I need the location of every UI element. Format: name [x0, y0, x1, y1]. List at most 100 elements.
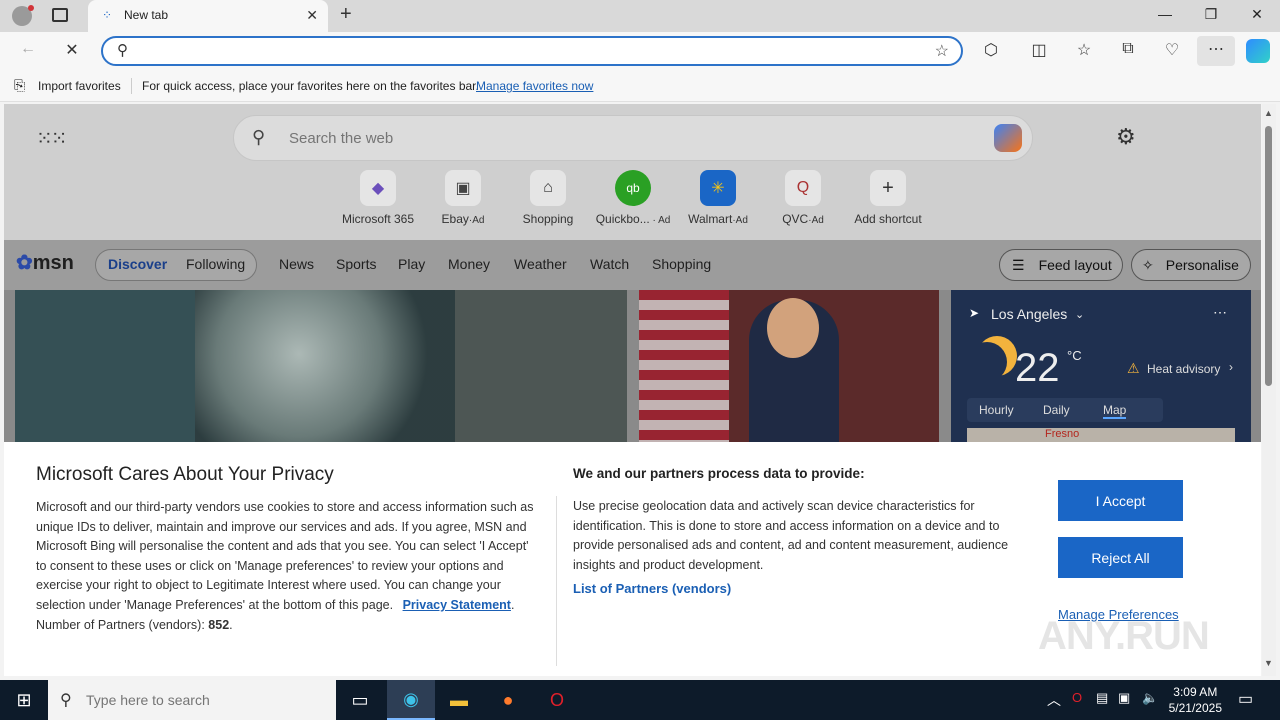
- privacy-statement-link[interactable]: Privacy Statement: [403, 598, 511, 612]
- ad-label: Ad: [472, 215, 485, 226]
- apps-launcher-icon[interactable]: ⁙⁙: [36, 126, 67, 151]
- browser-essentials-icon[interactable]: ♡: [1160, 40, 1184, 62]
- page-scrollbar[interactable]: ▲ ▼: [1262, 104, 1276, 676]
- tab-discover[interactable]: Discover: [108, 256, 167, 272]
- process-body: Use precise geolocation data and activel…: [573, 499, 1009, 597]
- tab-actions-icon[interactable]: [52, 8, 68, 22]
- warning-icon: ⚠: [1127, 360, 1140, 376]
- minimize-button[interactable]: —: [1150, 6, 1180, 22]
- task-view-icon[interactable]: ▭: [336, 680, 384, 720]
- search-icon: ⚲: [117, 42, 128, 59]
- ebay-icon: ▣: [445, 170, 481, 206]
- ad-label: Ad: [658, 215, 671, 226]
- shortcut-shopping[interactable]: ⌂ Shopping: [510, 170, 586, 226]
- volume-icon[interactable]: 🔈: [1142, 690, 1158, 706]
- reject-all-button[interactable]: Reject All: [1058, 537, 1183, 578]
- privacy-body: Microsoft and our third-party vendors us…: [36, 500, 534, 632]
- shopping-tag-icon: ⌂: [530, 170, 566, 206]
- favorites-bar-divider: [131, 78, 132, 94]
- nav-watch[interactable]: Watch: [590, 256, 629, 272]
- tab-daily[interactable]: Daily: [1043, 403, 1070, 417]
- heat-advisory[interactable]: Heat advisory: [1147, 362, 1220, 376]
- nav-news[interactable]: News: [279, 256, 314, 272]
- notifications-icon[interactable]: ▭: [1238, 689, 1253, 709]
- web-search-input[interactable]: [289, 128, 969, 148]
- copilot-icon[interactable]: [1246, 39, 1270, 63]
- tab-hourly[interactable]: Hourly: [979, 403, 1014, 417]
- network-icon[interactable]: ▣: [1118, 690, 1130, 706]
- weather-widget[interactable]: ➤ Los Angeles ⌄ ⋯ 22 °C ⚠ Heat advisory …: [951, 290, 1251, 450]
- restore-button[interactable]: ❐: [1196, 6, 1226, 23]
- scroll-up-arrow-icon[interactable]: ▲: [1264, 108, 1273, 118]
- nav-play[interactable]: Play: [398, 256, 425, 272]
- scrollbar-thumb[interactable]: [1265, 126, 1272, 386]
- opera-tray-icon[interactable]: O: [1072, 690, 1082, 705]
- opera-icon[interactable]: O: [533, 680, 581, 720]
- shortcut-microsoft-365[interactable]: ◆ Microsoft 365: [340, 170, 416, 226]
- nav-shopping[interactable]: Shopping: [652, 256, 711, 272]
- msn-logo[interactable]: ✿msn: [16, 250, 74, 275]
- close-tab-icon[interactable]: ✕: [306, 7, 318, 24]
- extensions-icon[interactable]: ⬡: [979, 40, 1003, 62]
- shortcut-label: Quickbo...: [595, 212, 650, 226]
- browser-toolbar: ← ✕ ⚲ ☆ ⬡ ◫ ☆ ⧉ ♡ ⋯: [0, 32, 1280, 70]
- partners-count-label: Number of Partners (vendors):: [36, 617, 205, 632]
- sparkle-icon: ✧: [1142, 256, 1154, 273]
- close-window-button[interactable]: ✕: [1242, 6, 1272, 23]
- address-bar[interactable]: ⚲ ☆: [101, 36, 963, 66]
- tab-new-tab[interactable]: ⁘ New tab ✕: [88, 0, 328, 32]
- shortcut-qvc[interactable]: Q QVC·Ad: [765, 170, 841, 226]
- favorites-icon[interactable]: ☆: [1072, 40, 1096, 62]
- stop-loading-icon[interactable]: ✕: [60, 40, 84, 62]
- weather-view-tabs: Hourly Daily Map: [967, 398, 1163, 422]
- nav-sports[interactable]: Sports: [336, 256, 376, 272]
- scroll-down-arrow-icon[interactable]: ▼: [1264, 658, 1273, 668]
- shortcut-walmart[interactable]: ✳ Walmart·Ad: [680, 170, 756, 226]
- favorite-star-icon[interactable]: ☆: [935, 41, 949, 61]
- chevron-down-icon[interactable]: ⌄: [1075, 308, 1084, 321]
- edge-taskbar-icon[interactable]: ◉: [387, 680, 435, 720]
- accept-button[interactable]: I Accept: [1058, 480, 1183, 521]
- weather-location[interactable]: Los Angeles: [991, 306, 1067, 322]
- nav-weather[interactable]: Weather: [514, 256, 567, 272]
- shortcut-quickbooks[interactable]: qb Quickbo... · Ad: [595, 170, 671, 226]
- manage-favorites-link[interactable]: Manage favorites now: [476, 79, 593, 93]
- nav-money[interactable]: Money: [448, 256, 490, 272]
- tab-following[interactable]: Following: [186, 256, 245, 272]
- add-shortcut-button[interactable]: + Add shortcut: [850, 170, 926, 226]
- weather-unit[interactable]: °C: [1067, 348, 1082, 363]
- split-screen-icon[interactable]: ◫: [1027, 40, 1051, 62]
- import-favorites-icon[interactable]: ⎘: [14, 77, 25, 94]
- news-card-surgery[interactable]: [15, 290, 627, 450]
- ad-label: Ad: [735, 215, 748, 226]
- settings-more-icon[interactable]: ⋯: [1197, 36, 1235, 66]
- shortcut-ebay[interactable]: ▣ Ebay·Ad: [425, 170, 501, 226]
- system-clock[interactable]: 3:09 AM 5/21/2025: [1169, 684, 1222, 716]
- start-button[interactable]: ⊞: [0, 680, 48, 720]
- tab-map[interactable]: Map: [1103, 403, 1127, 419]
- more-options-icon[interactable]: ⋯: [1213, 304, 1227, 321]
- file-explorer-icon[interactable]: ▬: [435, 680, 483, 720]
- collections-icon[interactable]: ⧉: [1116, 40, 1140, 62]
- news-card-oval-office[interactable]: [639, 290, 939, 450]
- import-favorites-button[interactable]: Import favorites: [38, 79, 121, 93]
- card-edge-band: [455, 290, 627, 450]
- new-tab-button[interactable]: +: [340, 3, 352, 26]
- device-tray-icon[interactable]: ▤: [1096, 690, 1108, 706]
- address-input[interactable]: [139, 41, 919, 61]
- firefox-icon[interactable]: ●: [484, 680, 532, 720]
- loading-icon: ⁘: [102, 8, 113, 22]
- tab-title: New tab: [124, 8, 169, 22]
- feed-layout-button[interactable]: ☰ Feed layout: [999, 249, 1123, 281]
- privacy-divider: [556, 496, 557, 666]
- taskbar-search-input[interactable]: [86, 690, 326, 710]
- surgical-lights-image: [195, 290, 455, 450]
- page-settings-gear-icon[interactable]: ⚙: [1116, 124, 1136, 150]
- show-hidden-icons-chevron-icon[interactable]: ︿: [1047, 690, 1061, 710]
- list-of-partners-link[interactable]: List of Partners (vendors): [573, 581, 731, 596]
- copilot-icon[interactable]: [994, 124, 1022, 152]
- taskbar-search[interactable]: ⚲: [48, 680, 336, 720]
- back-icon[interactable]: ←: [16, 40, 40, 62]
- personalise-button[interactable]: ✧ Personalise: [1131, 249, 1251, 281]
- web-search-box[interactable]: ⚲: [233, 115, 1033, 161]
